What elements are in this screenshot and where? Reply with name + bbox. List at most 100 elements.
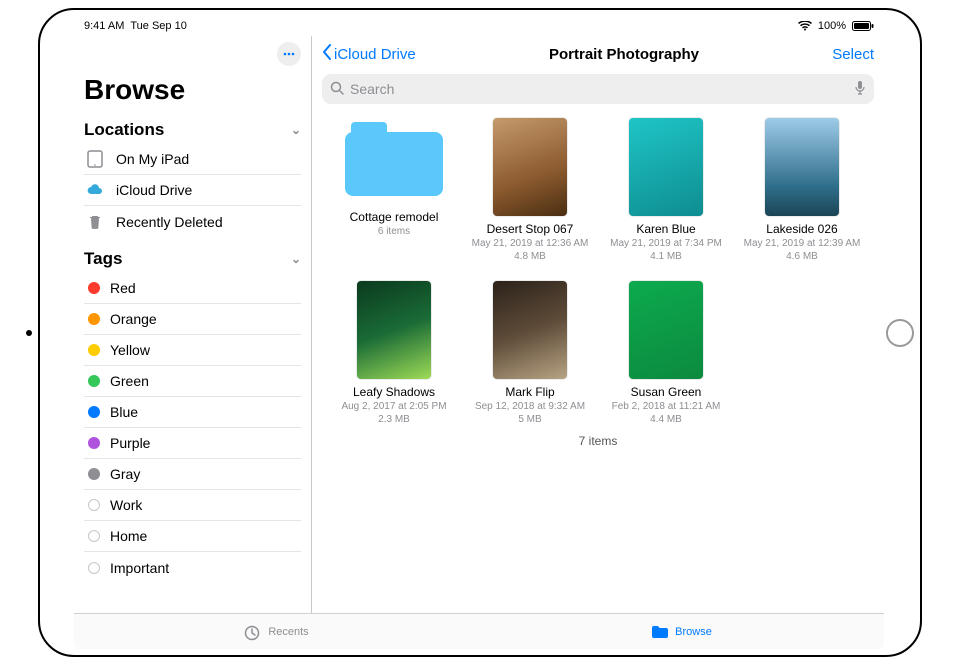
item-name: Mark Flip — [505, 385, 554, 399]
tag-dot-icon — [88, 406, 100, 418]
tag-label: Yellow — [110, 342, 150, 358]
status-time: 9:41 AM — [84, 20, 124, 32]
tag-dot-icon — [88, 282, 100, 294]
folder-icon — [345, 118, 443, 196]
item-name: Susan Green — [631, 385, 702, 399]
tag-item-important[interactable]: Important — [84, 552, 301, 583]
tag-item-orange[interactable]: Orange — [84, 304, 301, 335]
item-meta-line1: May 21, 2019 at 7:34 PM — [610, 238, 722, 251]
tag-dot-icon — [88, 313, 100, 325]
item-meta-line1: Feb 2, 2018 at 11:21 AM — [612, 401, 721, 414]
tag-label: Green — [110, 373, 149, 389]
tag-item-home[interactable]: Home — [84, 521, 301, 552]
tag-item-yellow[interactable]: Yellow — [84, 335, 301, 366]
sidebar-item-on-my-ipad[interactable]: On My iPad — [84, 144, 301, 175]
main-panel: iCloud Drive Portrait Photography Select… — [312, 36, 884, 613]
item-meta-line1: Sep 12, 2018 at 9:32 AM — [475, 401, 585, 414]
file-item[interactable]: Desert Stop 067May 21, 2019 at 12:36 AM4… — [468, 118, 592, 263]
tag-label: Orange — [110, 311, 157, 327]
folder-icon — [651, 625, 669, 639]
search-placeholder: Search — [350, 81, 394, 97]
item-meta-line1: May 21, 2019 at 12:39 AM — [744, 238, 861, 251]
tag-item-gray[interactable]: Gray — [84, 459, 301, 490]
more-button[interactable] — [277, 42, 301, 66]
tag-label: Red — [110, 280, 136, 296]
tags-header[interactable]: Tags ⌄ — [84, 245, 301, 273]
tags-list: Red Orange Yellow Green Blue Purple Gray Work Ho… — [84, 273, 301, 583]
tab-label: Browse — [675, 626, 712, 638]
file-grid: Cottage remodel 6 items Desert Stop 067May… — [332, 118, 864, 426]
item-meta-line1: 6 items — [378, 226, 410, 239]
item-meta-line1: Aug 2, 2017 at 2:05 PM — [341, 401, 446, 414]
sidebar-item-label: iCloud Drive — [116, 182, 192, 198]
search-icon — [330, 81, 344, 98]
cloud-icon — [84, 179, 106, 201]
tags-header-label: Tags — [84, 249, 122, 269]
file-thumbnail — [765, 118, 839, 216]
clock-icon — [244, 625, 262, 639]
tag-dot-icon — [88, 468, 100, 480]
item-meta-line2: 4.6 MB — [786, 251, 818, 264]
ipad-icon — [84, 148, 106, 170]
tag-label: Purple — [110, 435, 150, 451]
tag-dot-icon — [88, 499, 100, 511]
file-item[interactable]: Mark Flip Sep 12, 2018 at 9:32 AM5 MB — [468, 281, 592, 426]
item-name: Cottage remodel — [350, 210, 439, 224]
tag-item-red[interactable]: Red — [84, 273, 301, 304]
sidebar: Browse Locations ⌄ On My iPad — [74, 36, 312, 613]
file-item[interactable]: Susan Green Feb 2, 2018 at 11:21 AM4.4 MB — [604, 281, 728, 426]
wifi-icon — [798, 21, 812, 31]
tab-recents[interactable]: Recents — [74, 614, 479, 649]
item-meta-line2: 4.4 MB — [650, 414, 682, 427]
select-button[interactable]: Select — [832, 46, 874, 63]
folder-item[interactable]: Cottage remodel 6 items — [332, 118, 456, 263]
chevron-down-icon: ⌄ — [291, 252, 301, 266]
file-thumbnail — [629, 118, 703, 216]
item-name: Leafy Shadows — [353, 385, 435, 399]
tag-label: Gray — [110, 466, 140, 482]
tag-item-purple[interactable]: Purple — [84, 428, 301, 459]
tag-label: Home — [110, 528, 147, 544]
tag-dot-icon — [88, 437, 100, 449]
item-meta-line1: May 21, 2019 at 12:36 AM — [472, 238, 589, 251]
item-meta-line2: 5 MB — [518, 414, 541, 427]
status-battery-pct: 100% — [818, 20, 846, 32]
sidebar-item-icloud-drive[interactable]: iCloud Drive — [84, 175, 301, 206]
item-meta-line2: 2.3 MB — [378, 414, 410, 427]
file-item[interactable]: Leafy Shadows Aug 2, 2017 at 2:05 PM2.3 M… — [332, 281, 456, 426]
search-input[interactable]: Search — [322, 74, 874, 104]
tag-dot-icon — [88, 375, 100, 387]
nav-bar: iCloud Drive Portrait Photography Select — [312, 36, 884, 72]
tag-item-green[interactable]: Green — [84, 366, 301, 397]
item-count: 7 items — [332, 426, 864, 456]
battery-icon — [852, 21, 874, 31]
device-camera — [26, 330, 32, 336]
back-button[interactable]: iCloud Drive — [322, 44, 416, 64]
mic-icon[interactable] — [854, 80, 866, 99]
file-item[interactable]: Lakeside 026May 21, 2019 at 12:39 AM4.6 … — [740, 118, 864, 263]
tab-browse[interactable]: Browse — [479, 614, 884, 649]
tag-item-blue[interactable]: Blue — [84, 397, 301, 428]
sidebar-item-label: Recently Deleted — [116, 214, 223, 230]
file-thumbnail — [357, 281, 431, 379]
file-item[interactable]: Karen Blue May 21, 2019 at 7:34 PM4.1 MB — [604, 118, 728, 263]
page-title: Portrait Photography — [416, 46, 833, 63]
tag-item-work[interactable]: Work — [84, 490, 301, 521]
trash-icon — [84, 211, 106, 233]
sidebar-item-label: On My iPad — [116, 151, 189, 167]
file-thumbnail — [629, 281, 703, 379]
home-button[interactable] — [886, 319, 914, 347]
chevron-left-icon — [322, 44, 332, 64]
item-name: Karen Blue — [636, 222, 695, 236]
tag-label: Blue — [110, 404, 138, 420]
sidebar-item-recently-deleted[interactable]: Recently Deleted — [84, 206, 301, 237]
locations-header[interactable]: Locations ⌄ — [84, 116, 301, 144]
locations-header-label: Locations — [84, 120, 164, 140]
screen: 9:41 AM Tue Sep 10 100% — [74, 16, 884, 649]
back-label: iCloud Drive — [334, 46, 416, 63]
item-meta-line2: 4.1 MB — [650, 251, 682, 264]
file-grid-scroll[interactable]: Cottage remodel 6 items Desert Stop 067May… — [312, 110, 884, 613]
tag-dot-icon — [88, 562, 100, 574]
status-bar: 9:41 AM Tue Sep 10 100% — [74, 16, 884, 36]
tag-label: Important — [110, 560, 169, 576]
